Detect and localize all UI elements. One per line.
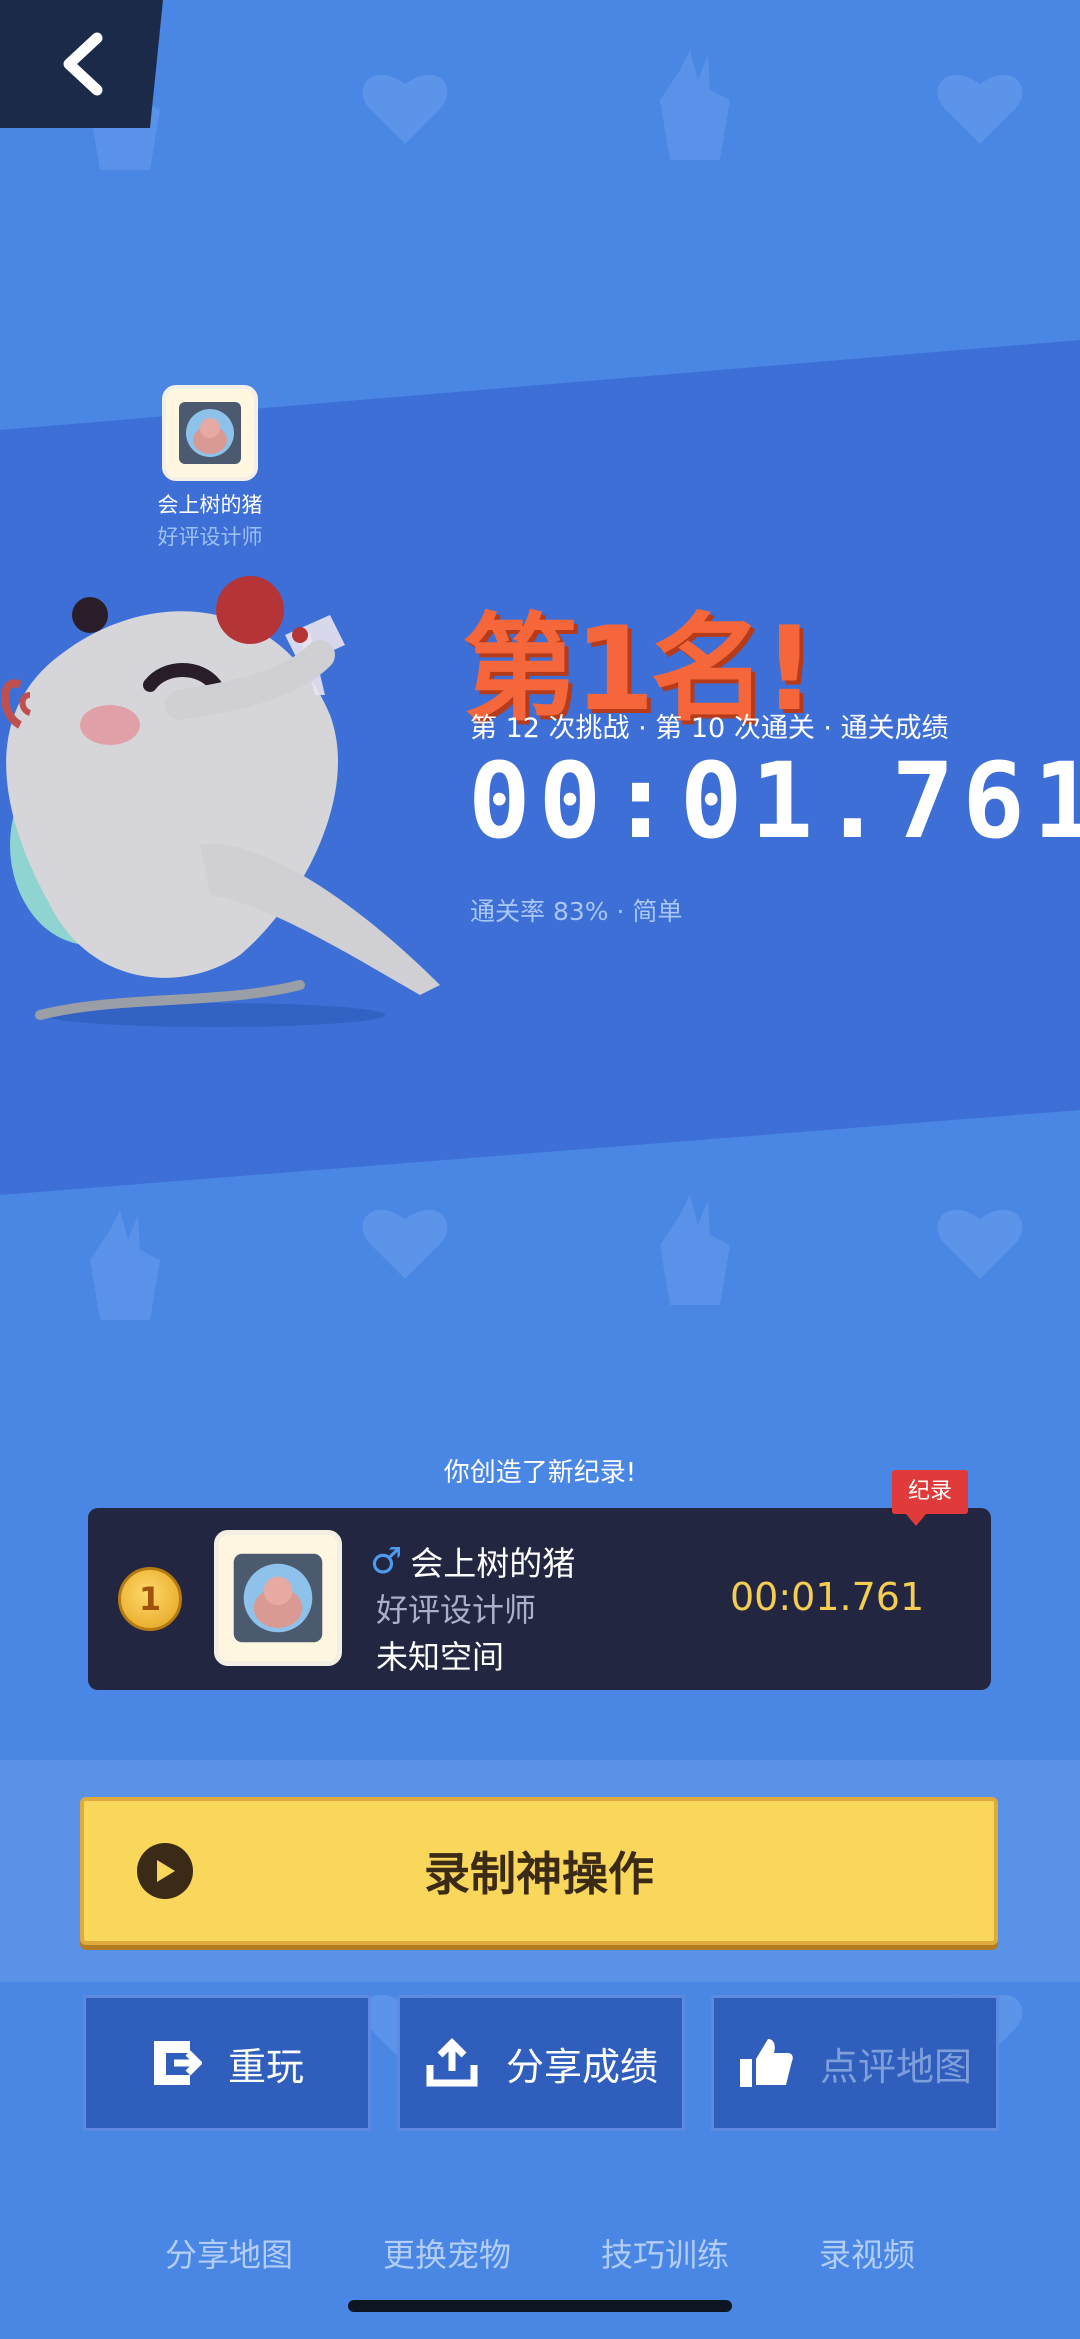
clear-time: 00:01.761 — [468, 740, 1080, 862]
record-highlight-button[interactable]: 录制神操作 — [80, 1797, 998, 1945]
pass-rate: 通关率 83% — [470, 897, 609, 926]
play-icon — [137, 1843, 193, 1899]
male-gender-icon: ♂ — [370, 1540, 403, 1582]
back-button[interactable] — [0, 0, 163, 128]
dot-separator: · — [616, 897, 633, 926]
difficulty: 简单 — [632, 897, 683, 926]
record-map-name: 未知空间 — [376, 1638, 505, 1676]
rate-map-label: 点评地图 — [819, 2044, 972, 2089]
record-time: 00:01.761 — [730, 1575, 925, 1619]
pig-avatar-icon — [179, 402, 241, 464]
record-player-title: 好评设计师 — [376, 1591, 537, 1629]
change-pet-link[interactable]: 更换宠物 — [383, 2230, 511, 2276]
record-video-link[interactable]: 录视频 — [819, 2230, 915, 2276]
share-result-button[interactable]: 分享成绩 — [397, 1995, 685, 2131]
heart-pattern-icon — [362, 1209, 448, 1279]
record-player-avatar[interactable] — [214, 1530, 342, 1666]
pig-avatar-icon — [233, 1553, 323, 1643]
bunny-hat-pattern-icon — [660, 50, 730, 160]
author-avatar — [162, 385, 258, 481]
bottom-links: 分享地图 更换宠物 技巧训练 录视频 — [0, 2230, 1080, 2276]
chevron-left-icon — [63, 32, 102, 96]
share-upload-icon — [426, 2038, 478, 2087]
author-title: 好评设计师 — [157, 525, 263, 549]
map-author[interactable]: 会上树的猪 好评设计师 — [145, 385, 275, 551]
rank-medal: 1 — [118, 1567, 182, 1631]
record-tag: 纪录 — [892, 1470, 968, 1526]
rate-map-button[interactable]: 点评地图 — [711, 1995, 999, 2131]
replay-button[interactable]: 重玩 — [83, 1995, 371, 2131]
heart-pattern-icon — [937, 1209, 1023, 1279]
replay-label: 重玩 — [227, 2044, 304, 2089]
record-player-name-row: ♂ 会上树的猪 — [370, 1537, 575, 1585]
skill-training-link[interactable]: 技巧训练 — [601, 2230, 729, 2276]
pass-rate-line: 通关率 83% · 简单 — [470, 892, 682, 928]
share-map-link[interactable]: 分享地图 — [165, 2230, 293, 2276]
mouse-character-illustration — [1, 576, 440, 1027]
heart-pattern-icon — [362, 74, 448, 144]
thumbs-up-icon — [739, 2039, 793, 2087]
record-highlight-label: 录制神操作 — [424, 1847, 654, 1901]
replay-icon — [153, 2041, 202, 2085]
result-banner — [0, 340, 1080, 1195]
record-player-name: 会上树的猪 — [410, 1544, 576, 1583]
bunny-hat-pattern-icon — [90, 1210, 160, 1320]
share-result-label: 分享成绩 — [505, 2044, 658, 2089]
bunny-hat-pattern-icon — [660, 1195, 730, 1305]
author-name: 会上树的猪 — [157, 493, 263, 517]
heart-pattern-icon — [937, 74, 1023, 144]
home-indicator[interactable] — [348, 2300, 732, 2312]
